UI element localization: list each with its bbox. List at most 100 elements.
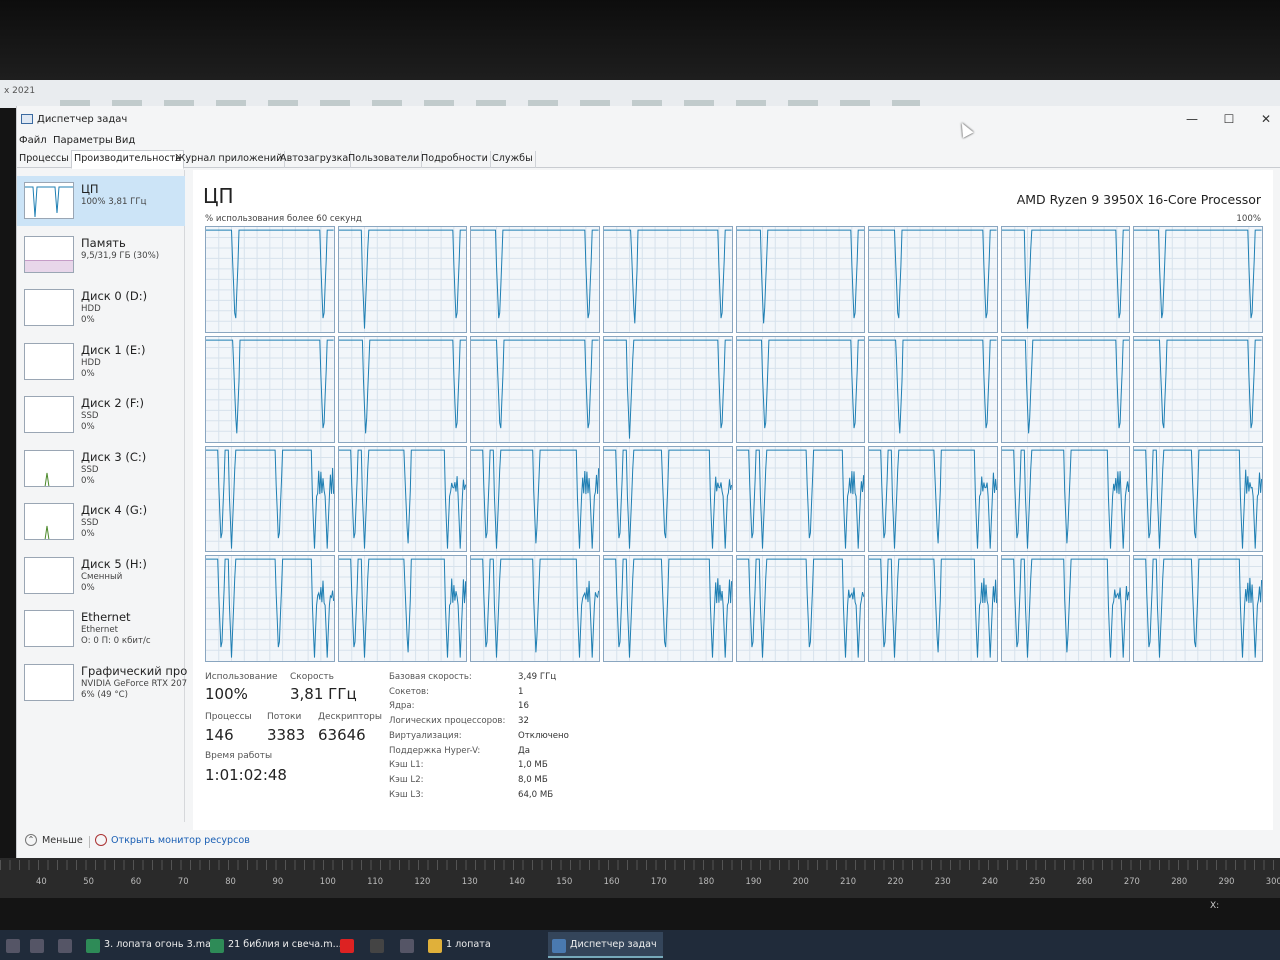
resource-monitor-icon	[95, 834, 107, 846]
logical-processor-graph	[602, 555, 733, 662]
task-manager-window: Диспетчер задач — ☐ ✕ Файл Параметры Вид…	[16, 106, 1280, 858]
taskbar-item[interactable]: Диспетчер задач	[548, 932, 663, 958]
sidebar-item-5[interactable]: Диск 3 (C:) SSD 0%	[17, 444, 185, 494]
taskbar-item[interactable]	[54, 932, 82, 958]
taskbar-item[interactable]	[396, 932, 424, 958]
sidebar-item-8[interactable]: Ethernet Ethernet О: 0 П: 0 кбит/с	[17, 604, 185, 654]
logical-processor-graph	[1133, 445, 1263, 553]
task-manager-icon	[552, 939, 566, 953]
logical-processor-graph	[735, 335, 866, 443]
sidebar-item-4[interactable]: Диск 2 (F:) SSD 0%	[17, 390, 185, 440]
tab-users[interactable]: Пользователи	[346, 151, 423, 168]
app-icon	[58, 939, 72, 953]
ruler-tick-label: 270	[1123, 876, 1140, 886]
sidebar-item-detail: Сменный	[81, 571, 123, 582]
logical-processor-graph	[470, 445, 600, 553]
background-ruler: 40 50 60 70 80 90 100 110 120 130 140 150 160 170 180 1…	[0, 858, 1280, 911]
utilization-caption: % использования более 60 секунд	[205, 214, 362, 224]
logical-processor-graph	[735, 226, 866, 333]
sidebar-item-7[interactable]: Диск 5 (H:) Сменный 0%	[17, 551, 185, 601]
taskbar-item[interactable]: 1 лопата	[424, 932, 497, 958]
logical-processor-graph	[868, 226, 998, 333]
detail-value: 16	[518, 701, 529, 712]
usage-value: 100%	[205, 685, 248, 703]
sidebar-item-value: 0%	[81, 422, 95, 432]
logical-processor-graph	[337, 226, 468, 333]
title-bar[interactable]: Диспетчер задач — ☐ ✕	[17, 106, 1280, 138]
sidebar-item-2[interactable]: Диск 0 (D:) HDD 0%	[17, 283, 185, 333]
ruler-tick-label: 230	[934, 876, 951, 886]
disk-graph-icon	[24, 503, 74, 540]
cpu-stats: Использование 100% Скорость 3,81 ГГц Про…	[205, 672, 1255, 822]
sidebar-item-0[interactable]: ЦП 100% 3,81 ГГц	[17, 176, 185, 226]
detail-value: 64,0 МБ	[518, 789, 554, 800]
ruler-ticks	[0, 860, 1280, 870]
sidebar-item-3[interactable]: Диск 1 (E:) HDD 0%	[17, 337, 185, 387]
cpu-panel: ЦП AMD Ryzen 9 3950X 16-Core Processor %…	[193, 170, 1273, 830]
minimize-button[interactable]: —	[1177, 110, 1207, 128]
threads-value: 3383	[267, 726, 306, 744]
mouse-cursor-icon	[956, 120, 974, 138]
sidebar-item-6[interactable]: Диск 4 (G:) SSD 0%	[17, 497, 185, 547]
detail-label: Ядра:	[389, 701, 415, 712]
taskbar-item[interactable]	[26, 932, 54, 958]
tab-services[interactable]: Службы	[490, 151, 536, 168]
ruler-tick-label: 80	[225, 876, 236, 886]
menu-options[interactable]: Параметры	[53, 135, 113, 146]
tab-startup[interactable]: Автозагрузка	[278, 151, 352, 168]
close-button[interactable]: ✕	[1251, 110, 1280, 128]
menu-file[interactable]: Файл	[19, 135, 47, 146]
processes-label: Процессы	[205, 712, 252, 722]
detail-label: Сокетов:	[389, 686, 429, 697]
sidebar-item-name: Диск 2 (F:)	[81, 396, 144, 410]
fewer-details-button[interactable]: ⌃ Меньше	[25, 834, 83, 846]
detail-value: 8,0 МБ	[518, 774, 548, 785]
taskbar-item[interactable]: 21 библия и свеча.m...	[206, 932, 348, 958]
logical-processor-graph	[735, 445, 866, 553]
open-resource-monitor-link[interactable]: Открыть монитор ресурсов	[95, 834, 250, 846]
divider	[89, 836, 90, 848]
disk-graph-icon	[24, 449, 74, 487]
tab-performance[interactable]: Производительность	[71, 150, 184, 169]
sidebar-item-name: Диск 4 (G:)	[81, 503, 148, 517]
ruler-x-label: X:	[1210, 901, 1220, 911]
gpu-graph-icon	[24, 663, 74, 701]
detail-label: Кэш L2:	[389, 774, 424, 785]
sidebar-item-9[interactable]: Графический про NVIDIA GeForce RTX 207 6% …	[17, 658, 188, 708]
background-window-strip: x 2021	[0, 80, 1280, 108]
ruler-tick-label: 120	[414, 876, 431, 886]
sidebar-item-name: Графический про	[81, 663, 188, 678]
taskbar-item[interactable]	[336, 932, 364, 958]
logical-processor-graph	[470, 335, 600, 443]
tab-app-history[interactable]: Журнал приложений	[173, 151, 286, 168]
sidebar-item-1[interactable]: Память 9,5/31,9 ГБ (30%)	[17, 230, 185, 280]
ruler-tick-label: 170	[650, 876, 667, 886]
logical-processor-graph	[337, 445, 468, 553]
logical-processor-graph	[470, 555, 600, 662]
chevron-up-icon: ⌃	[25, 834, 37, 846]
taskbar-item[interactable]	[366, 932, 394, 958]
sidebar-item-value: 6% (49 °C)	[81, 689, 129, 700]
memory-graph-icon	[24, 235, 74, 273]
tab-processes[interactable]: Процессы	[17, 151, 72, 168]
calculator-icon	[370, 939, 384, 953]
sidebar-item-value: 0%	[81, 582, 95, 593]
logical-processor-graph	[1000, 335, 1131, 443]
sidebar-item-name: Диск 3 (C:)	[81, 449, 147, 464]
sidebar-item-name: Память	[81, 235, 126, 250]
logical-processor-graph	[205, 335, 335, 443]
logical-processor-graph	[337, 335, 468, 443]
ruler-tick-label: 130	[461, 876, 478, 886]
monitor-bezel	[0, 0, 1280, 80]
logical-processor-graph	[602, 445, 733, 553]
menu-view[interactable]: Вид	[115, 135, 135, 146]
logical-processor-graphs[interactable]	[205, 226, 1263, 662]
network-graph-icon	[24, 610, 74, 647]
maximize-button[interactable]: ☐	[1214, 110, 1244, 128]
tab-details[interactable]: Подробности	[419, 151, 491, 168]
ruler-tick-label: 260	[1076, 876, 1093, 886]
resource-sidebar: ЦП 100% 3,81 ГГц Память 9,5/31,9 ГБ (30%) Ди…	[17, 170, 188, 822]
handles-value: 63646	[318, 726, 366, 744]
detail-value: 3,49 ГГц	[518, 672, 557, 682]
taskbar-item[interactable]: 3. лопата огонь 3.ma...	[82, 932, 226, 958]
